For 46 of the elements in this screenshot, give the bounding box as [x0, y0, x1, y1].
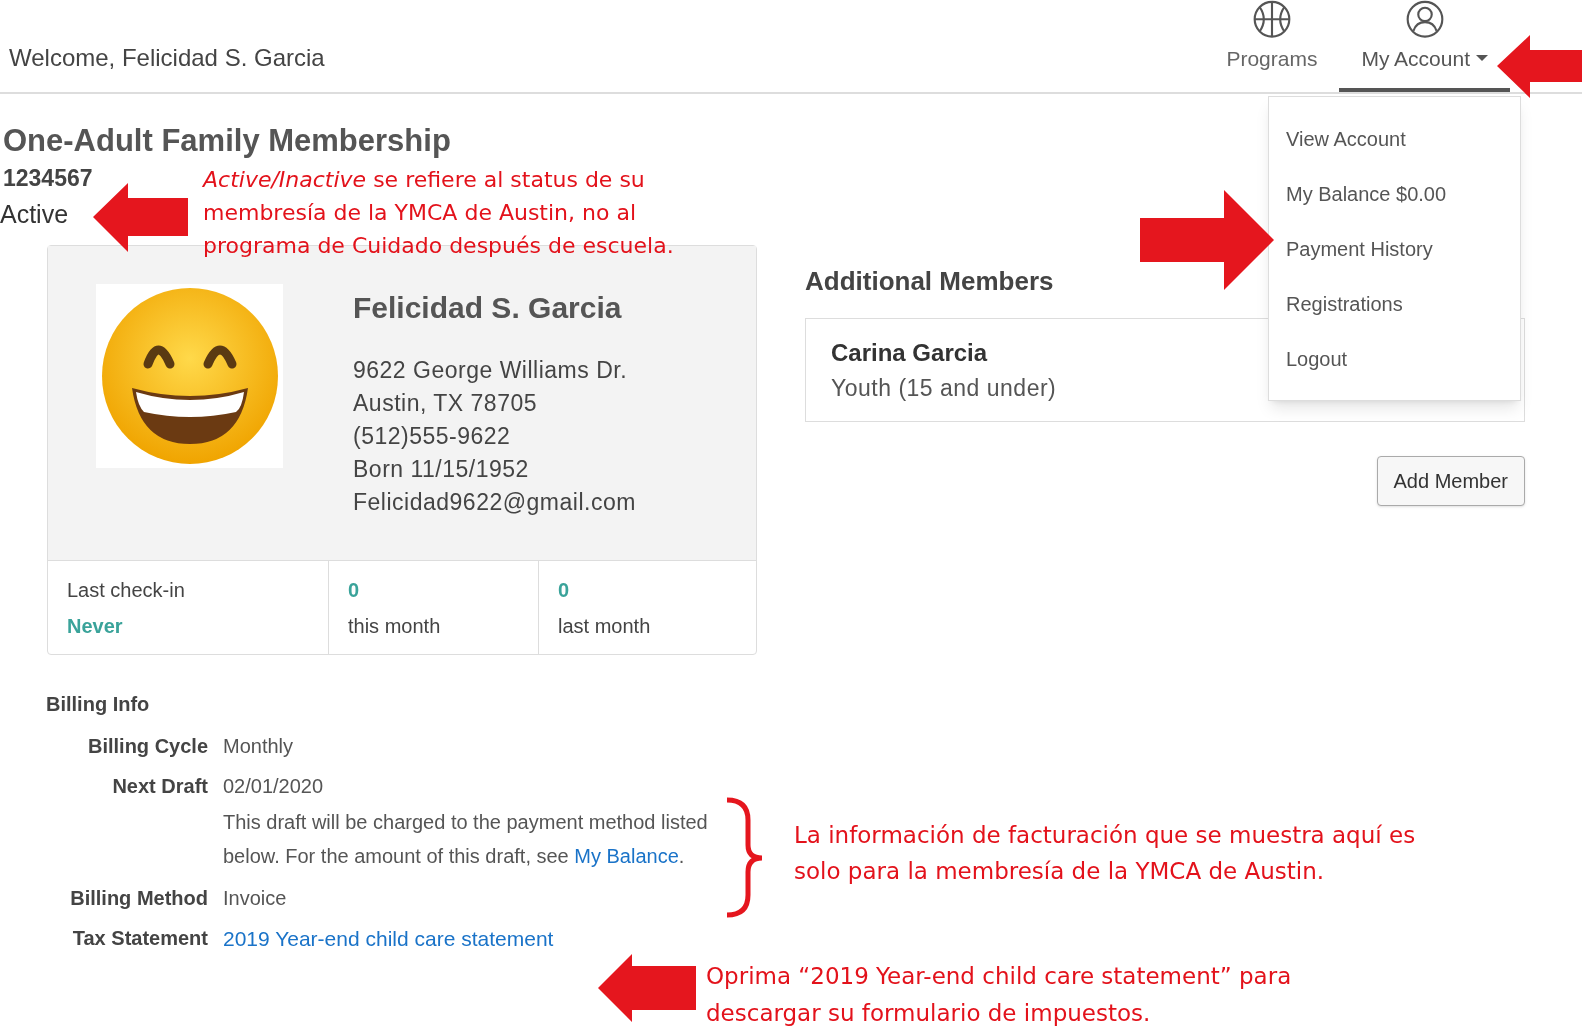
- profile-detail: Born 11/15/1952: [353, 455, 529, 484]
- membership-status: Active: [0, 199, 69, 230]
- stat-label: Last check-in: [67, 577, 185, 603]
- annotation-text: La información de facturación que se muestra aquí es solo para la membresía de la YMCA de Austin.: [794, 821, 1417, 886]
- profile-detail: (512)555-9622: [353, 422, 511, 451]
- arrow-icon: [1140, 190, 1274, 290]
- billing-label: Tax Statement: [72, 926, 208, 951]
- menu-item[interactable]: View Account: [1269, 111, 1520, 166]
- menu-item[interactable]: Registrations: [1269, 276, 1520, 331]
- menu-item[interactable]: Payment History: [1269, 221, 1520, 276]
- billing-value: Monthly: [223, 734, 294, 759]
- my-balance-link[interactable]: My Balance: [574, 845, 679, 867]
- profile-detail: Felicidad9622@gmail.com: [353, 488, 636, 517]
- stat-value: Never: [67, 613, 123, 639]
- tax-statement-link[interactable]: 2019 Year-end child care statement: [223, 923, 554, 955]
- membership-title: One-Adult Family Membership: [3, 122, 452, 160]
- welcome-text: Welcome, Felicidad S. Garcia: [9, 43, 325, 73]
- billing-note: This draft will be charged to the payment method listed below. For the amount of this draft, see My Balance.: [223, 810, 709, 869]
- add-member-button[interactable]: Add Member: [1376, 456, 1525, 506]
- annotation-text: Oprima “2019 Year-end child care statement” para descargar su formulario de impuestos.: [706, 962, 1293, 1028]
- nav-tab[interactable]: Programs: [1204, 0, 1340, 92]
- stat-label: last month: [558, 613, 651, 639]
- profile-detail: Austin, TX 78705: [353, 389, 538, 418]
- menu-item[interactable]: Logout: [1269, 331, 1520, 386]
- arrow-icon: [598, 954, 696, 1022]
- stat-label: this month: [348, 613, 441, 639]
- arrow-icon: [93, 183, 188, 252]
- stat-value: 0: [558, 577, 570, 603]
- menu-item[interactable]: My Balance $0.00: [1269, 166, 1520, 221]
- billing-label: Next Draft: [112, 774, 208, 799]
- stat-value: 0: [348, 577, 360, 603]
- annotation-text: Active/Inactive se refiere al status de su membresía de la YMCA de Austin, no al programa de Cuidado después de escuela.: [203, 166, 675, 260]
- basketball-icon: [1251, 0, 1292, 39]
- billing-value: Invoice: [223, 886, 287, 911]
- user-icon: [1404, 0, 1445, 39]
- membership-number: 1234567: [3, 164, 93, 193]
- additional-members-heading: Additional Members: [805, 265, 1054, 298]
- arrow-icon: [1497, 35, 1582, 98]
- member-category: Youth (15 and under): [831, 374, 1057, 403]
- profile-detail: 9622 George Williams Dr.: [353, 356, 628, 385]
- billing-value: 02/01/2020: [223, 774, 324, 799]
- member-name: Felicidad S. Garcia: [353, 290, 623, 326]
- billing-label: Billing Cycle: [87, 734, 208, 759]
- member-name: Carina Garcia: [831, 338, 988, 368]
- billing-info-heading: Billing Info: [46, 692, 150, 717]
- billing-label: Billing Method: [70, 886, 208, 911]
